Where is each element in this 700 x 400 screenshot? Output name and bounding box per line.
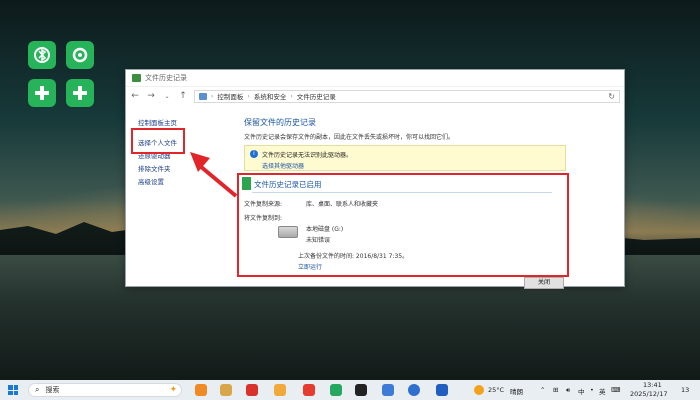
control-panel-icon	[199, 92, 207, 100]
title-bar: 文件历史记录	[126, 70, 624, 87]
notification-badge[interactable]: 13	[681, 386, 689, 394]
back-arrow-icon[interactable]: ←	[130, 91, 140, 101]
status-divider	[252, 192, 552, 193]
ime-tools-icon[interactable]: ⌨︎	[611, 386, 620, 394]
desktop-app-icon-4[interactable]	[66, 79, 94, 107]
office-app-icon[interactable]	[246, 384, 258, 396]
page-title: 保留文件的历史记录	[244, 118, 316, 127]
copy-from-label: 文件复制来源:	[244, 201, 283, 208]
settings-app-icon[interactable]	[436, 384, 448, 396]
browser-app-icon[interactable]	[303, 384, 315, 396]
folder-app-icon[interactable]	[274, 384, 286, 396]
sidebar-item-restore-drive[interactable]: 还原驱动器	[138, 150, 171, 160]
volume-icon[interactable]: 🔊︎	[566, 386, 570, 395]
copy-to-label: 将文件复制到:	[244, 215, 283, 222]
breadcrumb-separator: ›	[211, 92, 214, 100]
copy-from-value: 库、桌面、联系人和收藏夹	[306, 201, 379, 208]
drive-name: 本地磁盘 (G:)	[306, 226, 344, 233]
windows-start-icon[interactable]	[8, 385, 18, 395]
search-icon: ⌕	[35, 385, 40, 394]
weather-sun-icon	[474, 385, 484, 395]
recent-chevron-icon[interactable]: ⌄	[162, 93, 172, 100]
up-arrow-icon[interactable]: ↑	[178, 91, 188, 101]
breadcrumb-control-panel[interactable]: 控制面板	[217, 91, 243, 101]
circle-app-icon[interactable]	[408, 384, 420, 396]
taskbar-search-box[interactable]: ⌕ 搜索 ✦	[28, 383, 182, 397]
breadcrumb-file-history[interactable]: 文件历史记录	[297, 91, 336, 101]
search-app-icon[interactable]	[195, 384, 207, 396]
recovery-icon	[72, 47, 88, 63]
file-history-icon	[132, 74, 141, 82]
status-indicator-icon	[242, 177, 251, 190]
bluetooth-like-icon	[34, 47, 50, 63]
sidebar-item-select-files[interactable]: 选择个人文件	[138, 137, 177, 147]
breadcrumb-system-security[interactable]: 系统和安全	[254, 91, 287, 101]
close-button[interactable]: 关闭	[524, 277, 564, 289]
desktop-app-icon-1[interactable]	[28, 41, 56, 69]
tray-chevron-icon[interactable]: ⌃	[540, 386, 545, 394]
run-now-link[interactable]: 立即运行	[298, 262, 322, 271]
desktop-app-icon-2[interactable]	[66, 41, 94, 69]
breadcrumb-separator: ›	[247, 92, 250, 100]
ime-lang[interactable]: 中	[578, 386, 585, 396]
window-title: 文件历史记录	[145, 74, 187, 82]
weather-desc[interactable]: 晴朗	[510, 386, 523, 396]
drive-status: 未知错误	[306, 237, 331, 244]
last-backup-time: 上次备份文件的时间: 2016/8/31 7:35。	[298, 253, 409, 260]
sidebar-item-exclude-folders[interactable]: 排除文件夹	[138, 163, 171, 173]
ime-mode[interactable]: 英	[599, 386, 606, 396]
hard-drive-icon	[278, 226, 298, 238]
notice-text: 文件历史记录无法识别此驱动器。	[262, 152, 353, 159]
breadcrumb[interactable]: › 控制面板 › 系统和安全 › 文件历史记录 ↻	[194, 89, 620, 103]
file-explorer-icon[interactable]	[220, 384, 232, 396]
copilot-sparkle-icon: ✦	[169, 385, 177, 395]
taskbar: ⌕ 搜索 ✦ 25°C 晴朗 ⌃ ⊞ 🔊︎ 中 • 英 ⌨︎ 13:41 202…	[0, 380, 700, 400]
network-icon[interactable]: ⊞	[553, 386, 558, 394]
sidebar-item-home[interactable]: 控制面板主页	[138, 117, 177, 127]
page-description: 文件历史记录会保存文件的副本，因此在文件丢失或损坏时，你可以找回它们。	[244, 134, 455, 141]
plus-icon	[35, 86, 49, 100]
qq-app-icon[interactable]	[355, 384, 367, 396]
drive-notice: i 文件历史记录无法识别此驱动器。 选择其他驱动器	[244, 145, 566, 171]
forward-arrow-icon[interactable]: →	[146, 91, 156, 101]
status-title: 文件历史记录已启用	[254, 180, 322, 189]
address-bar: ← → ⌄ ↑ › 控制面板 › 系统和安全 › 文件历史记录 ↻	[126, 87, 624, 105]
red-arrow-icon	[190, 152, 238, 198]
plus-cross-icon	[73, 86, 87, 100]
clock-time[interactable]: 13:41	[643, 381, 662, 389]
select-other-drive-link[interactable]: 选择其他驱动器	[262, 161, 304, 170]
weather-temp[interactable]: 25°C	[488, 386, 504, 394]
clock-date[interactable]: 2025/12/17	[630, 390, 667, 398]
info-icon: i	[250, 150, 258, 158]
sidebar-item-advanced-settings[interactable]: 高级设置	[138, 176, 164, 186]
ime-dot-icon: •	[590, 386, 594, 394]
refresh-icon[interactable]: ↻	[608, 92, 615, 101]
desktop-app-icon-3[interactable]	[28, 79, 56, 107]
blue-app-icon[interactable]	[382, 384, 394, 396]
green-app-icon[interactable]	[330, 384, 342, 396]
search-placeholder: 搜索	[45, 386, 60, 394]
breadcrumb-separator: ›	[290, 92, 293, 100]
